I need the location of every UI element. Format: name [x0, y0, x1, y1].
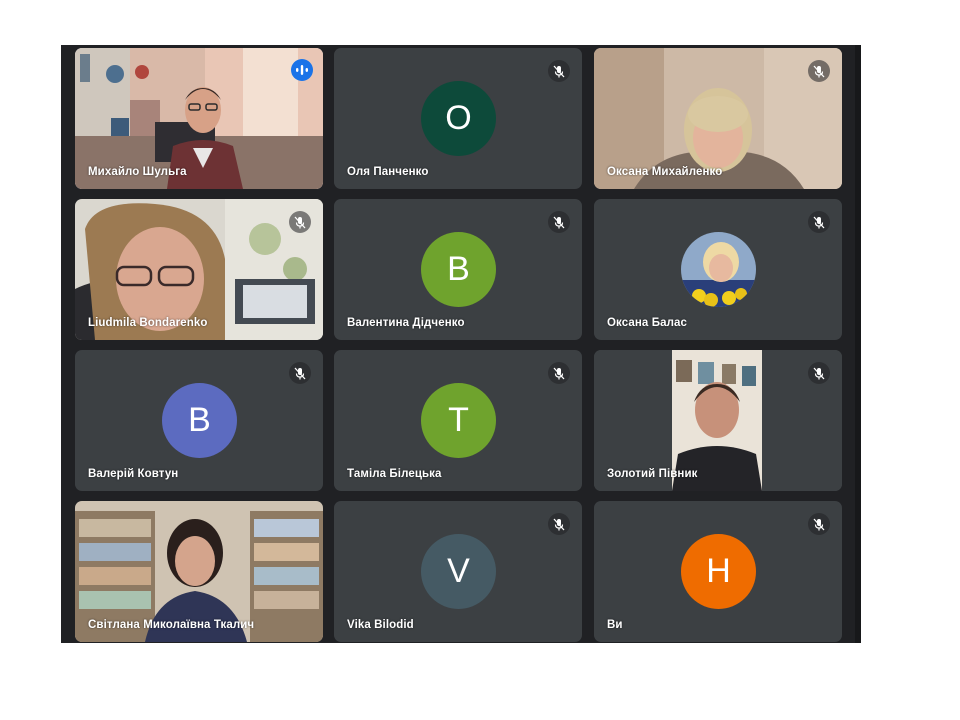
participant-avatar: О: [421, 81, 496, 156]
participant-avatar: В: [162, 383, 237, 458]
audio-level-icon: [291, 59, 313, 81]
participant-name: Золотий Півник: [607, 468, 698, 480]
tile-participant[interactable]: Liudmila Bondarenko: [75, 199, 323, 340]
mic-off-icon: [548, 513, 570, 535]
tile-participant-self[interactable]: Н Ви: [594, 501, 842, 642]
participant-name: Ви: [607, 619, 623, 631]
participant-avatar: В: [421, 232, 496, 307]
participant-avatar: [681, 232, 756, 307]
participant-name: Liudmila Bondarenko: [88, 317, 208, 329]
participant-name: Оксана Балас: [607, 317, 687, 329]
participant-avatar: Т: [421, 383, 496, 458]
mic-off-icon: [289, 362, 311, 384]
tile-participant[interactable]: О Оля Панченко: [334, 48, 582, 189]
participant-name: Таміла Білецька: [347, 468, 442, 480]
participant-avatar: Н: [681, 534, 756, 609]
tile-participant[interactable]: V Vika Bilodid: [334, 501, 582, 642]
participant-name: Валерій Ковтун: [88, 468, 179, 480]
mic-off-icon: [548, 60, 570, 82]
mic-off-icon: [808, 513, 830, 535]
tile-participant[interactable]: В Валерій Ковтун: [75, 350, 323, 491]
tile-participant[interactable]: Михайло Шульга: [75, 48, 323, 189]
mic-off-icon: [808, 60, 830, 82]
tile-participant[interactable]: В Валентина Дідченко: [334, 199, 582, 340]
participant-name: Vika Bilodid: [347, 619, 414, 631]
tile-participant[interactable]: Т Таміла Білецька: [334, 350, 582, 491]
tile-participant[interactable]: Оксана Балас: [594, 199, 842, 340]
participant-name: Оксана Михайленко: [607, 166, 723, 178]
mic-off-icon: [808, 211, 830, 233]
mic-off-icon: [548, 211, 570, 233]
participant-avatar: V: [421, 534, 496, 609]
participant-name: Валентина Дідченко: [347, 317, 465, 329]
participant-name: Михайло Шульга: [88, 166, 187, 178]
mic-off-icon: [548, 362, 570, 384]
participant-name: Оля Панченко: [347, 166, 429, 178]
mic-off-icon: [289, 211, 311, 233]
tile-participant[interactable]: Оксана Михайленко: [594, 48, 842, 189]
tile-participant[interactable]: Світлана Миколаївна Ткалич: [75, 501, 323, 642]
mic-off-icon: [808, 362, 830, 384]
tile-participant[interactable]: Золотий Півник: [594, 350, 842, 491]
participant-name: Світлана Миколаївна Ткалич: [88, 619, 255, 631]
grid-edge: [855, 45, 861, 643]
